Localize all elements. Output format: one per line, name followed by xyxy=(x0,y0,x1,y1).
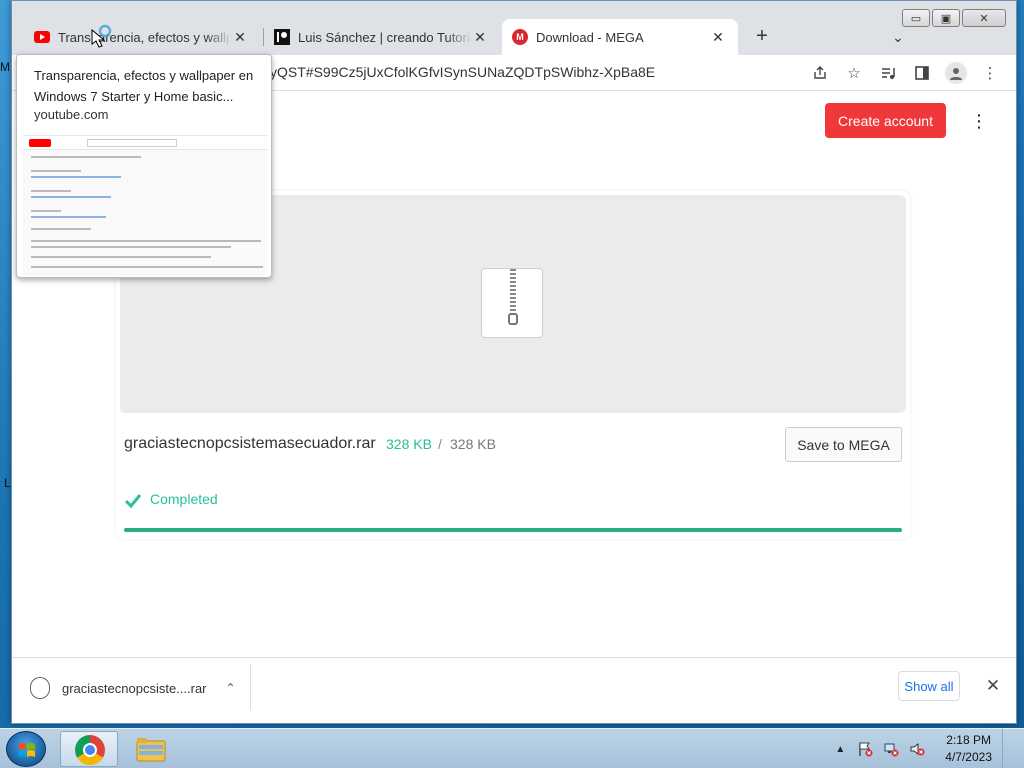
download-shelf: graciastecnopcsiste....rar ⌃ Show all ✕ xyxy=(12,657,1016,717)
checkmark-icon xyxy=(124,494,142,509)
tab-title: Download - MEGA xyxy=(536,29,644,45)
thumbnail-text-line xyxy=(31,170,81,172)
folder-icon xyxy=(136,738,166,762)
hover-card-title: Transparencia, efectos y wallpaper en Wi… xyxy=(34,68,254,104)
windows-logo-icon xyxy=(19,743,35,757)
action-center-flag-icon[interactable] xyxy=(857,741,873,757)
tab-title: Transparencia, efectos y wallpaper en Wi… xyxy=(58,29,232,45)
clock-date: 4/7/2023 xyxy=(945,750,992,764)
tab-close-icon[interactable]: ✕ xyxy=(232,29,248,46)
youtube-icon xyxy=(34,31,50,43)
save-to-mega-button[interactable]: Save to MEGA xyxy=(785,427,902,462)
show-desktop-button[interactable] xyxy=(1002,729,1014,768)
file-name: graciastecnopcsistemasecuador.rar xyxy=(124,435,376,452)
youtube-logo-icon xyxy=(29,139,51,147)
clock-time: 2:18 PM xyxy=(946,733,991,747)
show-all-downloads-button[interactable]: Show all xyxy=(898,671,960,701)
tab-youtube[interactable]: Transparencia, efectos y wallpaper en Wi… xyxy=(24,19,260,55)
volume-muted-icon[interactable] xyxy=(909,741,925,757)
tab-patreon[interactable]: Luis Sánchez | creando Tutoriales | Patr… xyxy=(264,19,500,55)
mouse-cursor-icon xyxy=(91,24,112,48)
zipper-stripe xyxy=(510,269,516,317)
create-account-button[interactable]: Create account xyxy=(825,103,946,138)
file-icon xyxy=(30,677,50,699)
archive-file-icon xyxy=(481,268,543,338)
maximize-button[interactable]: ▣ xyxy=(932,9,960,27)
close-shelf-icon[interactable]: ✕ xyxy=(982,674,1004,698)
downloaded-size: 328 KB xyxy=(386,436,432,452)
size-separator: / xyxy=(438,436,442,452)
download-status: Completed xyxy=(150,491,218,507)
thumbnail-text-line xyxy=(31,266,263,268)
network-icon[interactable] xyxy=(883,741,899,757)
share-icon[interactable] xyxy=(808,61,832,85)
tab-close-icon[interactable]: ✕ xyxy=(472,29,488,46)
close-window-button[interactable]: ✕ xyxy=(962,9,1006,27)
window-controls: ▭ ▣ ✕ xyxy=(902,9,1006,27)
download-progress-fill xyxy=(124,528,902,532)
toolbar-actions: ☆ ⋮ xyxy=(808,61,1002,85)
thumbnail-text-line xyxy=(31,228,91,230)
thumbnail-text-line xyxy=(31,190,71,192)
tab-close-icon[interactable]: ✕ xyxy=(710,29,726,46)
thumbnail-text-line xyxy=(31,156,141,158)
start-button[interactable] xyxy=(6,731,46,767)
thumbnail-header xyxy=(23,136,267,150)
download-item[interactable]: graciastecnopcsiste....rar ⌃ xyxy=(30,672,239,704)
system-tray: ▲ 2:18 PM 4/7/2023 xyxy=(835,729,1014,768)
zipper-pull xyxy=(508,313,518,325)
thumbnail-link-line xyxy=(31,216,106,218)
tab-mega[interactable]: M Download - MEGA ✕ xyxy=(502,19,738,55)
hover-card-domain: youtube.com xyxy=(34,107,109,122)
show-hidden-icons-arrow[interactable]: ▲ xyxy=(835,744,845,755)
thumbnail-link-line xyxy=(31,196,111,198)
taskbar-chrome[interactable] xyxy=(60,731,118,767)
bookmark-star-icon[interactable]: ☆ xyxy=(842,61,866,85)
hover-card-thumbnail xyxy=(23,135,267,275)
media-control-icon[interactable] xyxy=(876,61,900,85)
desktop-icon-label-fragment: L xyxy=(4,476,11,490)
address-bar-url[interactable]: yQST#S99Cz5jUxCfolKGfvISynSUNaZQDTpSWibh… xyxy=(270,64,655,80)
tab-hover-card: Transparencia, efectos y wallpaper en Wi… xyxy=(16,54,272,278)
thumbnail-text-line xyxy=(31,246,231,248)
download-item-name: graciastecnopcsiste....rar xyxy=(62,680,207,696)
tab-search-button[interactable]: ⌄ xyxy=(886,25,910,49)
thumbnail-search-box xyxy=(87,139,177,147)
profile-avatar-icon[interactable] xyxy=(944,61,968,85)
windows-taskbar: ▲ 2:18 PM 4/7/2023 xyxy=(0,728,1024,768)
taskbar-clock[interactable]: 2:18 PM 4/7/2023 xyxy=(945,732,992,766)
thumbnail-text-line xyxy=(31,256,211,258)
side-panel-icon[interactable] xyxy=(910,61,934,85)
shelf-divider xyxy=(250,664,251,710)
tab-strip: ▭ ▣ ✕ Transparencia, efectos y wallpaper… xyxy=(12,1,1016,55)
download-progress-bar xyxy=(124,528,902,532)
patreon-icon xyxy=(274,29,290,45)
thumbnail-text-line xyxy=(31,240,261,242)
thumbnail-link-line xyxy=(31,176,121,178)
mega-icon: M xyxy=(512,29,528,45)
browser-menu-icon[interactable]: ⋮ xyxy=(978,61,1002,85)
taskbar-explorer[interactable] xyxy=(122,731,180,767)
page-menu-icon[interactable]: ⋮ xyxy=(970,111,988,135)
total-size: 328 KB xyxy=(450,436,496,452)
chevron-up-icon[interactable]: ⌃ xyxy=(223,681,239,695)
chrome-icon xyxy=(75,735,105,765)
tab-title: Luis Sánchez | creando Tutoriales | Patr… xyxy=(298,29,472,45)
new-tab-button[interactable]: + xyxy=(750,25,774,49)
thumbnail-text-line xyxy=(31,210,61,212)
desktop-icon-label-fragment: M xyxy=(0,60,10,74)
